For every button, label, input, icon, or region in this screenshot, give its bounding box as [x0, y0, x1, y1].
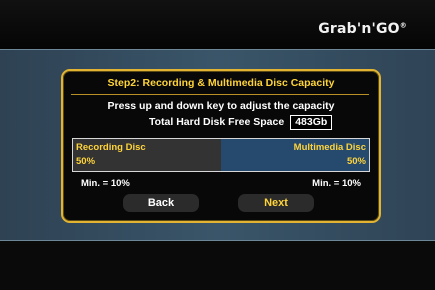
- free-space-value: 483Gb: [290, 114, 333, 130]
- recording-disc-value: 50%: [76, 156, 96, 167]
- capacity-dialog: Step2: Recording & Multimedia Disc Capac…: [61, 69, 381, 223]
- free-space-row: Total Hard Disk Free Space 483Gb: [149, 114, 333, 130]
- next-button[interactable]: Next: [238, 194, 314, 212]
- dialog-title: Step2: Recording & Multimedia Disc Capac…: [107, 77, 335, 89]
- top-bar: Grab'n'GO®: [0, 0, 435, 49]
- recording-disc-pane[interactable]: Recording Disc 50%: [73, 139, 221, 171]
- multimedia-minimum: Min. = 10%: [312, 178, 361, 189]
- back-button[interactable]: Back: [123, 194, 199, 212]
- registered-mark: ®: [399, 21, 407, 30]
- title-divider: [71, 94, 369, 95]
- multimedia-disc-pane[interactable]: Multimedia Disc 50%: [221, 139, 369, 171]
- multimedia-disc-value: 50%: [346, 156, 366, 167]
- free-space-label: Total Hard Disk Free Space: [149, 116, 285, 128]
- multimedia-disc-label: Multimedia Disc: [293, 142, 366, 153]
- bottom-bar: [0, 241, 435, 290]
- brand-logo: Grab'n'GO®: [318, 21, 407, 37]
- recording-minimum: Min. = 10%: [81, 178, 130, 189]
- capacity-slider[interactable]: Recording Disc 50% Multimedia Disc 50%: [72, 138, 370, 172]
- instruction-text: Press up and down key to adjust the capa…: [107, 100, 335, 112]
- recording-disc-label: Recording Disc: [76, 142, 146, 153]
- brand-name: Grab'n'GO: [318, 21, 400, 37]
